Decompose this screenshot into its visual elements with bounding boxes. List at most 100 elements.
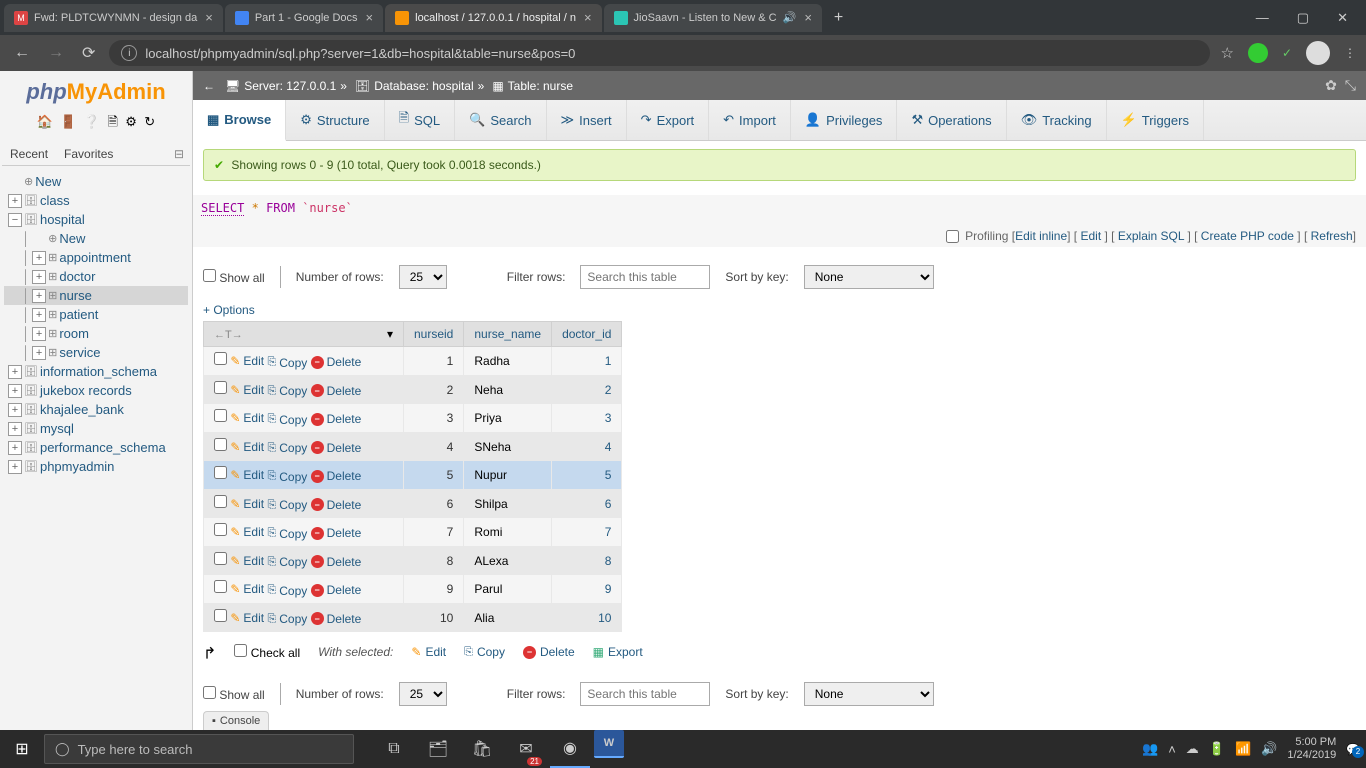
tab-tracking[interactable]: 👁Tracking xyxy=(1007,100,1107,140)
filter-input[interactable] xyxy=(580,265,710,289)
volume-icon[interactable]: 🔊 xyxy=(1261,741,1277,757)
table-row[interactable]: ✎Edit ⎘Copy −Delete 1 Radha 1 xyxy=(204,347,622,376)
copy-row[interactable]: ⎘Copy xyxy=(267,555,307,569)
row-checkbox[interactable] xyxy=(214,409,227,422)
create-php-link[interactable]: Create PHP code xyxy=(1201,229,1294,243)
extension-check-icon[interactable]: ✓ xyxy=(1282,46,1292,60)
close-icon[interactable]: × xyxy=(205,10,213,25)
col-nurse-name[interactable]: nurse_name xyxy=(464,322,552,347)
expand-toggle-icon[interactable]: + xyxy=(32,251,46,265)
tree-item-mysql[interactable]: +🗄 mysql xyxy=(4,419,188,438)
tab-search[interactable]: 🔍Search xyxy=(455,100,546,140)
bulk-export[interactable]: ▦Export xyxy=(593,645,643,659)
expand-toggle-icon[interactable]: + xyxy=(8,422,22,436)
tree-item-hospital[interactable]: −🗄 hospital xyxy=(4,210,188,229)
sort-select-bottom[interactable]: None xyxy=(804,682,934,706)
browser-tab-phpmyadmin[interactable]: localhost / 127.0.0.1 / hospital / n × xyxy=(385,4,601,32)
expand-toggle-icon[interactable]: + xyxy=(32,270,46,284)
refresh-link[interactable]: Refresh xyxy=(1311,229,1353,243)
page-settings-icon[interactable]: ✿ xyxy=(1325,77,1337,94)
edit-row[interactable]: ✎Edit xyxy=(230,497,264,511)
check-all-checkbox[interactable] xyxy=(234,644,247,657)
edit-row[interactable]: ✎Edit xyxy=(230,411,264,425)
extension-icon[interactable] xyxy=(1248,43,1268,63)
expand-toggle-icon[interactable]: + xyxy=(8,460,22,474)
tree-item-new[interactable]: ⊕ New xyxy=(4,172,188,191)
tree-item-patient[interactable]: │+⊞ patient xyxy=(4,305,188,324)
close-icon[interactable]: × xyxy=(584,10,592,25)
explorer-icon[interactable]: 🗂 xyxy=(418,730,458,768)
wifi-icon[interactable]: 📶 xyxy=(1235,741,1251,757)
num-rows-select[interactable]: 25 xyxy=(399,265,447,289)
delete-row[interactable]: −Delete xyxy=(311,412,362,426)
tab-triggers[interactable]: ⚡Triggers xyxy=(1107,100,1204,140)
edit-row[interactable]: ✎Edit xyxy=(230,525,264,539)
row-checkbox[interactable] xyxy=(214,552,227,565)
col-doctor-id[interactable]: doctor_id xyxy=(552,322,622,347)
table-row[interactable]: ✎Edit ⎘Copy −Delete 6 Shilpa 6 xyxy=(204,489,622,518)
clock[interactable]: 5:00 PM 1/24/2019 xyxy=(1287,736,1336,762)
row-checkbox[interactable] xyxy=(214,523,227,536)
close-window-button[interactable]: ✕ xyxy=(1323,6,1362,30)
edit-row[interactable]: ✎Edit xyxy=(230,582,264,596)
task-view-button[interactable]: ⧉ xyxy=(374,730,414,768)
table-row[interactable]: ✎Edit ⎘Copy −Delete 8 ALexa 8 xyxy=(204,546,622,575)
sql-icon[interactable]: 🗎 xyxy=(107,114,117,129)
copy-row[interactable]: ⎘Copy xyxy=(267,413,307,427)
tree-item-service[interactable]: │+⊞ service xyxy=(4,343,188,362)
reload-button[interactable]: ⟳ xyxy=(78,43,99,63)
maximize-button[interactable]: ▢ xyxy=(1283,6,1323,30)
expand-toggle-icon[interactable]: + xyxy=(32,308,46,322)
sort-arrows-icon[interactable]: ←T→ xyxy=(214,329,243,341)
edit-row[interactable]: ✎Edit xyxy=(230,383,264,397)
row-checkbox[interactable] xyxy=(214,352,227,365)
row-checkbox[interactable] xyxy=(214,580,227,593)
row-checkbox[interactable] xyxy=(214,466,227,479)
menu-icon[interactable]: ⋮ xyxy=(1344,46,1356,60)
delete-row[interactable]: −Delete xyxy=(311,526,362,540)
options-toggle[interactable]: + Options xyxy=(203,299,1356,321)
profiling-checkbox[interactable] xyxy=(946,230,959,243)
delete-row[interactable]: −Delete xyxy=(311,612,362,626)
copy-row[interactable]: ⎘Copy xyxy=(267,584,307,598)
table-row[interactable]: ✎Edit ⎘Copy −Delete 3 Priya 3 xyxy=(204,404,622,433)
recent-tab[interactable]: Recent xyxy=(2,143,56,165)
copy-row[interactable]: ⎘Copy xyxy=(267,441,307,455)
nav-toggle-icon[interactable]: ← xyxy=(203,79,215,93)
col-nurseid[interactable]: nurseid xyxy=(404,322,464,347)
settings-icon[interactable]: ⚙ xyxy=(125,114,137,129)
show-all-checkbox[interactable] xyxy=(203,269,216,282)
start-button[interactable]: ⊞ xyxy=(0,730,44,768)
table-row[interactable]: ✎Edit ⎘Copy −Delete 10 Alia 10 xyxy=(204,603,622,632)
expand-toggle-icon[interactable]: + xyxy=(32,346,46,360)
tab-import[interactable]: ↶Import xyxy=(709,100,791,140)
delete-row[interactable]: −Delete xyxy=(311,583,362,597)
delete-row[interactable]: −Delete xyxy=(311,555,362,569)
show-all-checkbox-bottom[interactable] xyxy=(203,686,216,699)
close-icon[interactable]: × xyxy=(366,10,374,25)
new-tab-button[interactable]: + xyxy=(824,9,853,27)
bulk-copy[interactable]: ⎘Copy xyxy=(464,645,505,659)
tab-browse[interactable]: ▦Browse xyxy=(193,100,286,141)
filter-input-bottom[interactable] xyxy=(580,682,710,706)
tree-item-jukebox-records[interactable]: +🗄 jukebox records xyxy=(4,381,188,400)
copy-row[interactable]: ⎘Copy xyxy=(267,384,307,398)
bc-database[interactable]: Database: hospital xyxy=(374,79,473,93)
expand-toggle-icon[interactable]: + xyxy=(8,384,22,398)
close-icon[interactable]: × xyxy=(804,10,812,25)
edit-link[interactable]: Edit xyxy=(1080,229,1101,243)
edit-row[interactable]: ✎Edit xyxy=(230,611,264,625)
edit-row[interactable]: ✎Edit xyxy=(230,554,264,568)
tree-item-khajalee_bank[interactable]: +🗄 khajalee_bank xyxy=(4,400,188,419)
mail-icon[interactable]: ✉21 xyxy=(506,730,546,768)
docs-icon[interactable]: ❔ xyxy=(84,114,100,129)
word-icon[interactable]: W xyxy=(594,730,624,758)
table-row[interactable]: ✎Edit ⎘Copy −Delete 7 Romi 7 xyxy=(204,518,622,547)
row-checkbox[interactable] xyxy=(214,381,227,394)
tab-structure[interactable]: ⚙Structure xyxy=(286,100,384,140)
onedrive-icon[interactable]: ☁ xyxy=(1186,741,1199,757)
copy-row[interactable]: ⎘Copy xyxy=(267,470,307,484)
taskbar-search[interactable]: ◯ Type here to search xyxy=(44,734,354,764)
delete-row[interactable]: −Delete xyxy=(311,355,362,369)
store-icon[interactable]: 🛍 xyxy=(462,730,502,768)
